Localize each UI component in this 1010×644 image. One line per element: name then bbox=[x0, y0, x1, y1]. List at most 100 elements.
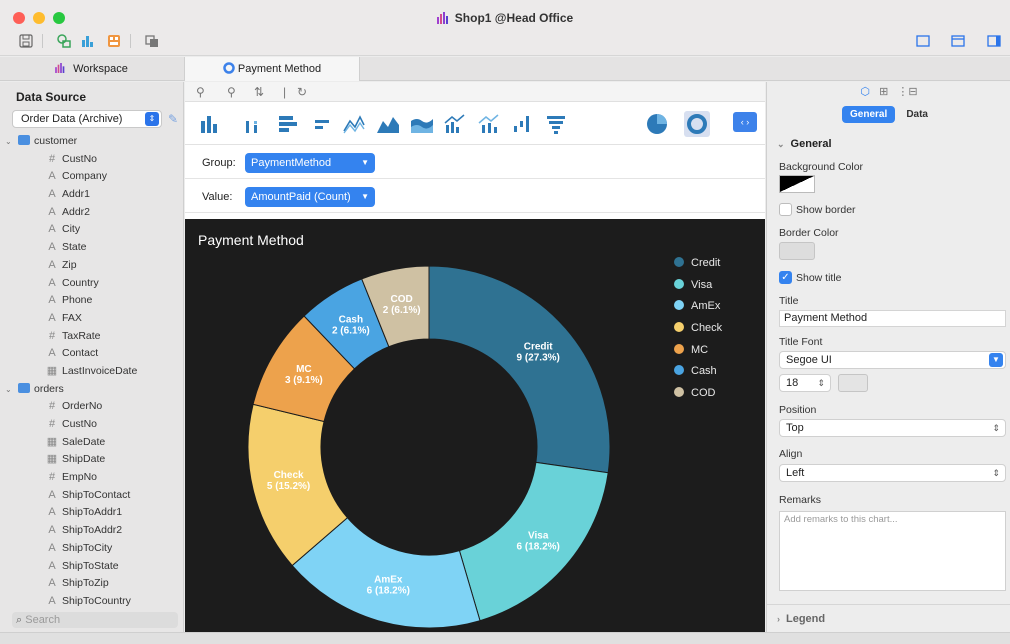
legend-item[interactable]: Check bbox=[674, 322, 722, 344]
legend-item[interactable]: Cash bbox=[674, 365, 722, 387]
field-item[interactable]: # EmpNo bbox=[0, 469, 184, 487]
legend-label: AmEx bbox=[691, 300, 721, 313]
pie-chart-icon[interactable] bbox=[644, 111, 670, 137]
disclosure-icon[interactable]: ⌄ bbox=[5, 381, 12, 399]
title-input[interactable]: Payment Method bbox=[779, 310, 1006, 327]
cube-icon[interactable]: ⬡ bbox=[860, 86, 870, 98]
bar-grouped-chart-icon[interactable] bbox=[309, 111, 335, 137]
field-item[interactable]: A Addr2 bbox=[0, 204, 184, 222]
combo-line-chart-icon[interactable] bbox=[476, 111, 502, 137]
edit-pencil-icon[interactable]: ✎ bbox=[168, 112, 178, 126]
legend-item[interactable]: Visa bbox=[674, 278, 722, 301]
toggle-left-panel-icon[interactable] bbox=[915, 33, 931, 49]
align-select[interactable]: Left ⇕ bbox=[779, 464, 1006, 482]
disclosure-icon[interactable]: ⌄ bbox=[5, 133, 12, 151]
filter-icon[interactable]: ⚲ bbox=[196, 85, 205, 99]
field-item[interactable]: A Addr1 bbox=[0, 186, 184, 204]
duplicate-icon[interactable] bbox=[144, 33, 160, 49]
field-item[interactable]: A Contact bbox=[0, 345, 184, 363]
text-field-icon: A bbox=[48, 241, 56, 254]
group-select[interactable]: PaymentMethod ▼ bbox=[245, 153, 375, 173]
remarks-textarea[interactable]: Add remarks to this chart... bbox=[779, 511, 1006, 591]
field-item[interactable]: A FAX bbox=[0, 310, 184, 328]
search-field[interactable]: ⌕ Search bbox=[12, 612, 178, 628]
position-select[interactable]: Top ⇕ bbox=[779, 419, 1006, 437]
legend-item[interactable]: Credit bbox=[674, 257, 722, 279]
area-chart-icon[interactable] bbox=[375, 111, 401, 137]
field-item[interactable]: A ShipToZip bbox=[0, 575, 184, 593]
chart-type-scroll-button[interactable]: ‹ › bbox=[733, 112, 757, 132]
sort-icon[interactable]: ⇅ bbox=[254, 85, 264, 99]
value-select[interactable]: AmountPaid (Count) ▼ bbox=[245, 187, 375, 207]
field-item[interactable]: ▦ LastInvoiceDate bbox=[0, 363, 184, 381]
general-section-header[interactable]: ⌄ General bbox=[777, 138, 832, 150]
window-title-text: Shop1 @Head Office bbox=[454, 11, 574, 25]
donut-slice-credit[interactable] bbox=[428, 265, 611, 474]
title-font-select[interactable]: Segoe UI ▼ bbox=[779, 351, 1006, 369]
background-color-swatch[interactable] bbox=[779, 175, 815, 193]
combo-chart-icon[interactable] bbox=[442, 111, 468, 137]
line-chart-icon[interactable] bbox=[341, 111, 367, 137]
show-title-checkbox[interactable]: ✓ bbox=[779, 271, 792, 284]
refresh-icon[interactable]: ↻ bbox=[297, 85, 307, 99]
data-source-select[interactable]: Order Data (Archive) ⇕ bbox=[12, 110, 162, 128]
properties-panel: ⬡ ⊞ ⋮⊟ General Data ⌄ General Background … bbox=[766, 82, 1010, 632]
toggle-right-panel-icon[interactable] bbox=[986, 33, 1002, 49]
waterfall-chart-icon[interactable] bbox=[510, 111, 536, 137]
filter-value-icon[interactable]: ⚲ bbox=[227, 85, 236, 99]
field-item[interactable]: A Zip bbox=[0, 257, 184, 275]
bar-chart-icon[interactable] bbox=[275, 111, 301, 137]
field-item[interactable]: A City bbox=[0, 221, 184, 239]
toggle-top-panel-icon[interactable] bbox=[950, 33, 966, 49]
field-item[interactable]: A State bbox=[0, 239, 184, 257]
show-border-checkbox[interactable] bbox=[779, 203, 792, 216]
tab-data[interactable]: Data bbox=[898, 106, 936, 123]
field-item[interactable]: A Country bbox=[0, 275, 184, 293]
tab-general[interactable]: General bbox=[842, 106, 896, 123]
tab-payment-method[interactable]: Payment Method bbox=[184, 57, 360, 81]
field-item[interactable]: # CustNo bbox=[0, 416, 184, 434]
field-item[interactable]: A Phone bbox=[0, 292, 184, 310]
field-item[interactable]: A ShipToCity bbox=[0, 540, 184, 558]
field-item[interactable]: # OrderNo bbox=[0, 398, 184, 416]
number-field-icon: # bbox=[48, 329, 56, 342]
funnel-chart-icon[interactable] bbox=[543, 111, 569, 137]
legend-section-header[interactable]: › Legend bbox=[777, 613, 825, 625]
column-chart-icon[interactable] bbox=[197, 111, 223, 137]
date-field-icon: ▦ bbox=[46, 364, 58, 377]
border-color-swatch[interactable] bbox=[779, 242, 815, 260]
slice-label: 6 (18.2%) bbox=[367, 586, 410, 597]
legend-item[interactable]: COD bbox=[674, 387, 722, 409]
legend-item[interactable]: AmEx bbox=[674, 300, 722, 322]
field-item[interactable]: # TaxRate bbox=[0, 328, 184, 346]
field-item[interactable]: # CustNo bbox=[0, 151, 184, 169]
slice-label: Cash bbox=[339, 314, 363, 325]
new-dashboard-icon[interactable] bbox=[106, 33, 122, 49]
field-item[interactable]: A ShipToCountry bbox=[0, 593, 184, 611]
field-item[interactable]: ▦ SaleDate bbox=[0, 434, 184, 452]
field-name: ShipToContact bbox=[62, 488, 131, 501]
new-dataset-icon[interactable] bbox=[56, 33, 72, 49]
save-icon[interactable] bbox=[18, 33, 34, 49]
table-row[interactable]: ⌄ customer bbox=[0, 133, 184, 151]
field-item[interactable]: A ShipToAddr2 bbox=[0, 522, 184, 540]
new-chart-icon[interactable] bbox=[80, 33, 96, 49]
column-grouped-chart-icon[interactable] bbox=[240, 111, 266, 137]
donut-chart-type-button[interactable] bbox=[684, 111, 710, 137]
legend-section[interactable]: › Legend bbox=[767, 604, 1010, 632]
number-field-icon: # bbox=[48, 418, 56, 430]
title-size-stepper[interactable]: 18 ⇕ bbox=[779, 374, 831, 392]
table-row[interactable]: ⌄ orders bbox=[0, 381, 184, 399]
field-item[interactable]: A ShipToState bbox=[0, 558, 184, 576]
field-item[interactable]: A Company bbox=[0, 168, 184, 186]
title-color-swatch[interactable] bbox=[838, 374, 868, 392]
field-item[interactable]: A ShipToContact bbox=[0, 487, 184, 505]
legend-item[interactable]: MC bbox=[674, 343, 722, 366]
layout-icon[interactable]: ⊞ bbox=[879, 86, 888, 98]
field-item[interactable]: A ShipToAddr1 bbox=[0, 504, 184, 522]
area-stacked-chart-icon[interactable] bbox=[409, 111, 435, 137]
tab-workspace[interactable]: Workspace bbox=[0, 57, 183, 81]
hierarchy-icon[interactable]: ⋮⊟ bbox=[897, 86, 917, 98]
value-label: Value: bbox=[202, 191, 233, 203]
field-item[interactable]: ▦ ShipDate bbox=[0, 451, 184, 469]
